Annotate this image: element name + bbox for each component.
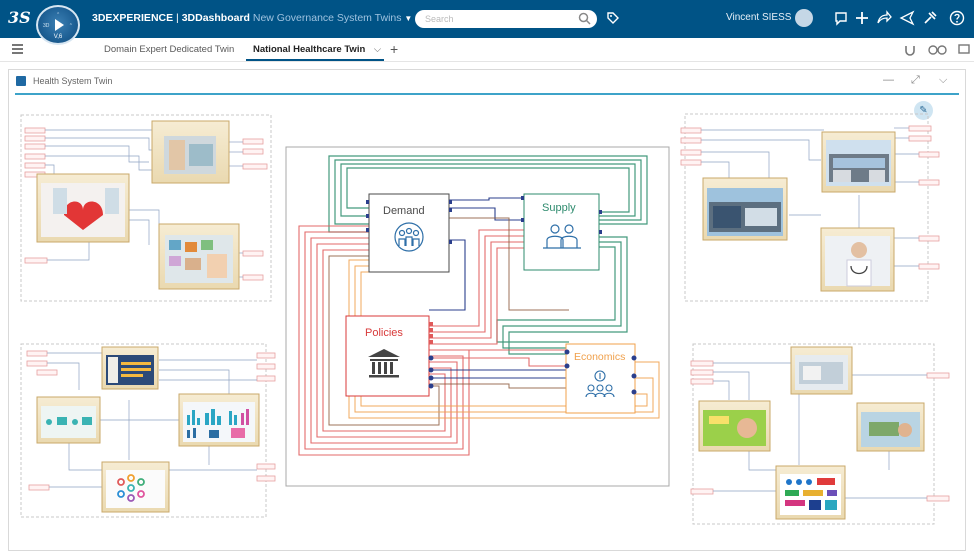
search-input[interactable]: Search — [425, 14, 454, 24]
subsystem-bottom-left[interactable] — [20, 343, 276, 518]
top-bar: 3S ⌃ 3D ⌃ V,6 3DEXPERIENCE | 3DDashboard… — [0, 0, 974, 45]
ds-logo: 3S — [8, 8, 31, 27]
app-name: 3DEXPERIENCE — [92, 12, 174, 24]
chevron-down-icon[interactable]: ▼ — [404, 14, 412, 23]
comment-panel-icon[interactable] — [958, 43, 970, 57]
search-icon[interactable] — [578, 12, 591, 25]
user-name[interactable]: Vincent SIESS — [726, 12, 791, 23]
node-economics-label[interactable]: Economics — [574, 351, 625, 363]
subsystem-bottom-right[interactable] — [690, 343, 950, 525]
help-icon[interactable] — [948, 9, 966, 27]
twin-canvas[interactable]: Demand Supply Policies Economics — [9, 70, 965, 550]
magnet-icon[interactable] — [903, 43, 917, 57]
node-policies-label[interactable]: Policies — [365, 327, 403, 339]
tab-bar: Domain Expert Dedicated Twin National He… — [0, 38, 974, 62]
hamburger-icon[interactable] — [12, 44, 23, 56]
search-field[interactable]: Search — [415, 10, 597, 28]
tab-national-healthcare[interactable]: National Healthcare Twin ⌵ — [253, 44, 381, 55]
play-icon — [54, 19, 64, 31]
send-icon[interactable] — [898, 9, 916, 27]
add-icon[interactable] — [853, 9, 871, 27]
dashboard-name: New Governance System Twins — [252, 12, 402, 24]
compass-version: V,6 — [53, 34, 63, 40]
node-supply-label[interactable]: Supply — [542, 202, 576, 214]
add-tab-button[interactable]: + — [390, 41, 398, 57]
node-demand-label[interactable]: Demand — [383, 205, 425, 217]
tab-label: National Healthcare Twin — [253, 44, 366, 55]
subsystem-top-left[interactable] — [20, 114, 272, 302]
chevron-down-icon[interactable]: ⌵ — [374, 44, 381, 55]
compass-button[interactable]: ⌃ 3D ⌃ V,6 — [36, 5, 80, 45]
app-title[interactable]: 3DEXPERIENCE | 3DDashboard New Governanc… — [92, 12, 412, 24]
comment-icon[interactable] — [832, 9, 850, 27]
health-system-widget: Health System Twin — ⤢ ⌵ ✎ Demand Supply… — [8, 69, 966, 551]
tag-icon[interactable] — [606, 11, 620, 25]
subsystem-top-right[interactable] — [680, 113, 940, 302]
view-toggle-icon[interactable] — [927, 43, 949, 57]
active-tab-indicator — [246, 59, 384, 61]
dashboard-label: 3DDashboard — [181, 12, 250, 24]
tools-icon[interactable] — [921, 9, 939, 27]
share-icon[interactable] — [875, 9, 893, 27]
tab-domain-expert[interactable]: Domain Expert Dedicated Twin — [104, 44, 234, 55]
separator: | — [176, 12, 179, 24]
avatar[interactable] — [795, 9, 813, 27]
central-model[interactable]: Demand Supply Policies Economics — [285, 146, 670, 487]
